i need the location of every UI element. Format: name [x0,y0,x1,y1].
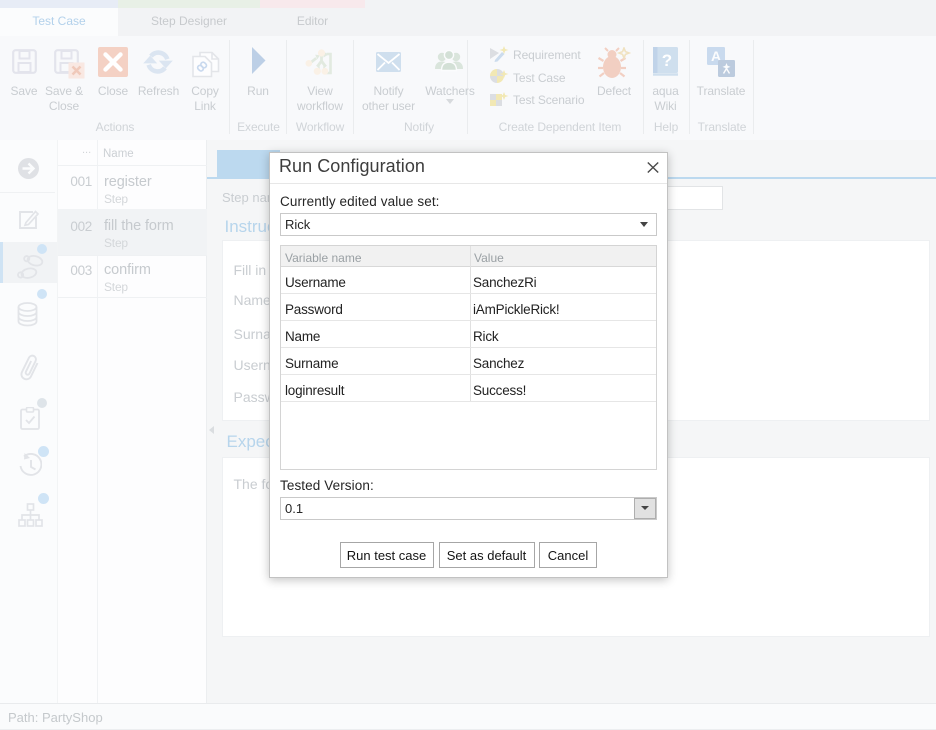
svg-text:?: ? [662,51,672,70]
